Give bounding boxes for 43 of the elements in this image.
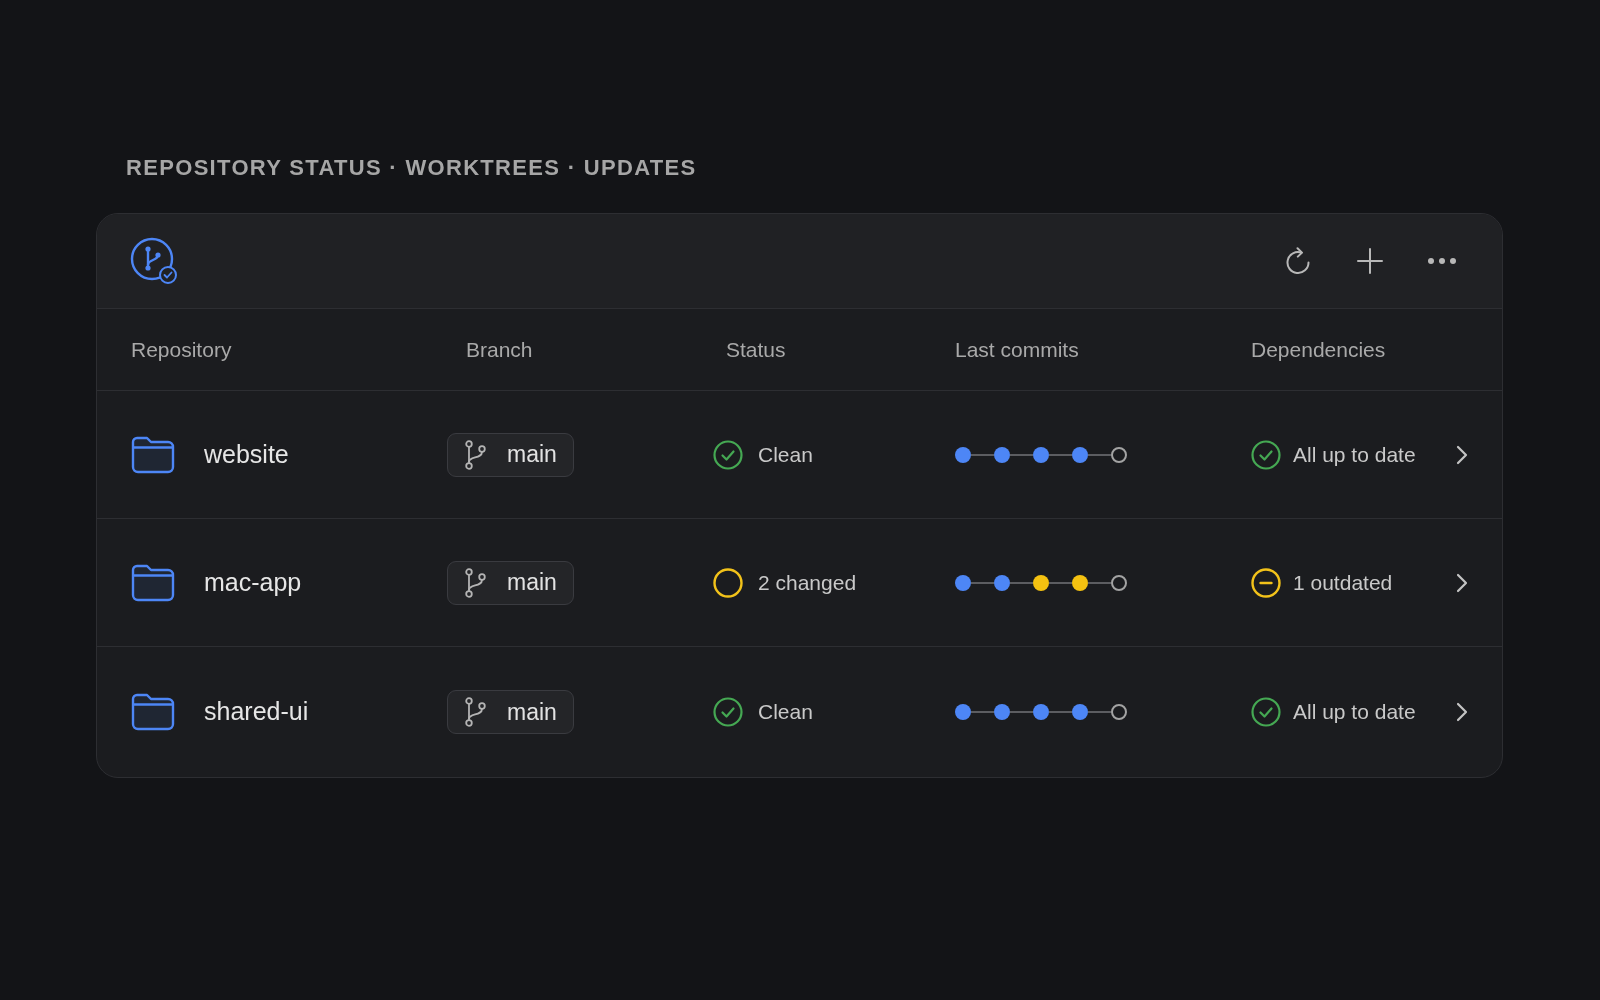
folder-icon [131,435,175,474]
column-header: Last commits [955,337,1079,361]
commit-connector [1088,453,1111,456]
repository-name: website [204,438,289,470]
more-icon [1428,258,1456,264]
commit-connector [1049,581,1072,584]
column-header: Status [726,337,786,361]
dependencies-label: All up to date [1293,699,1416,726]
chevron-right-icon[interactable] [1456,572,1468,593]
folder-icon [131,563,175,602]
repository-name: shared-ui [204,696,309,728]
status-label: Clean [758,699,813,726]
branch-icon [465,697,486,727]
commit-connector [1010,581,1033,584]
branch-check-icon [130,237,178,285]
refresh-icon [1285,247,1311,275]
commit-connector [1049,453,1072,456]
branch-name: main [507,697,557,727]
commit-connector [971,581,994,584]
column-header: Dependencies [1251,337,1386,361]
branch-name: main [507,568,557,598]
status-label: Clean [758,441,813,468]
dependencies-label: All up to date [1293,441,1416,468]
commit-connector [1088,711,1111,713]
repository-name: mac-app [204,566,302,598]
commit-connector [1049,711,1072,713]
page-title: REPOSITORY STATUS · WORKTREES · UPDATES [126,154,697,182]
branch-name: main [507,440,557,470]
column-header: Branch [466,337,533,361]
commit-connector [971,711,994,713]
commit-connector [1088,581,1111,584]
column-header: Repository [131,337,232,361]
chevron-right-icon[interactable] [1456,444,1468,465]
status-label: 2 changed [758,569,857,596]
folder-icon [131,693,175,731]
branch-icon [465,439,486,470]
dependencies-label: 1 outdated [1293,569,1393,596]
branch-icon [465,567,486,598]
commit-connector [1010,453,1033,456]
commit-connector [971,453,994,456]
chevron-right-icon[interactable] [1456,702,1468,722]
plus-icon [1357,248,1383,274]
commit-connector [1010,711,1033,713]
